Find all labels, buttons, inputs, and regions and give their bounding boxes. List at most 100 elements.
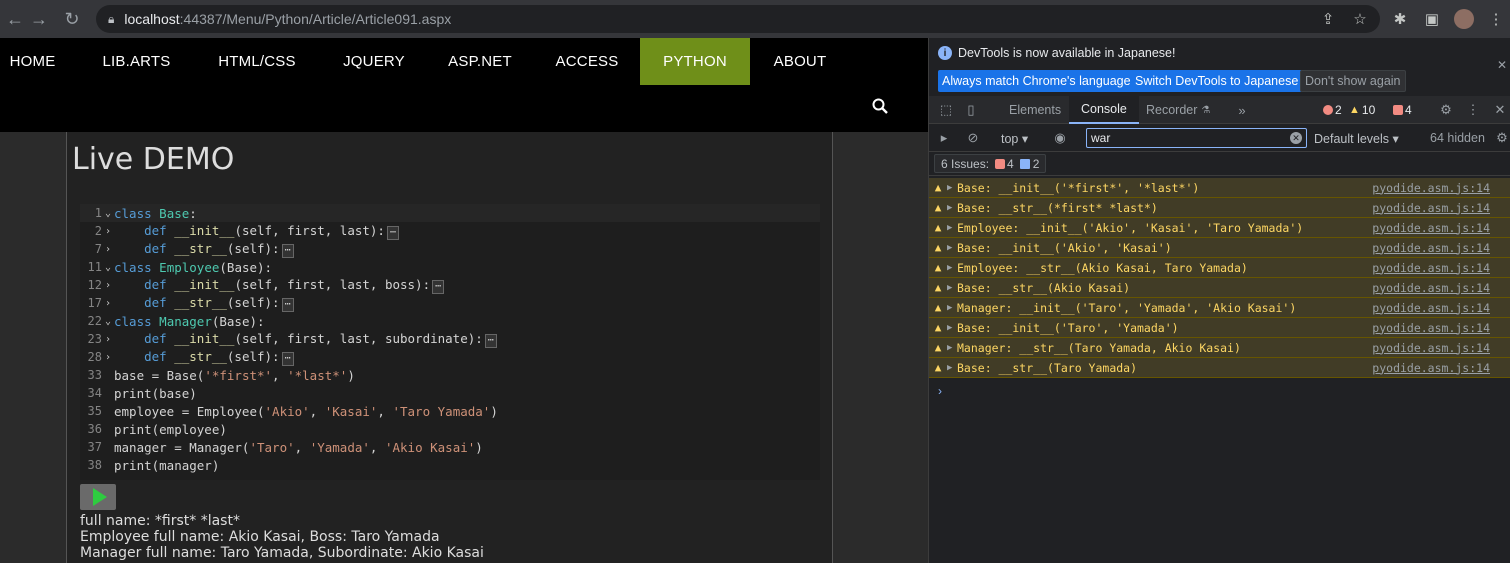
expand-arrow-icon[interactable]: ▶ xyxy=(947,303,957,313)
bookmark-star-icon[interactable]: ☆ xyxy=(1348,7,1372,31)
nav-jquery[interactable]: JQUERY xyxy=(332,38,416,85)
fold-icon[interactable]: › xyxy=(102,352,114,363)
more-tabs-icon[interactable]: » xyxy=(1233,101,1251,119)
console-message[interactable]: ▲ ▶ Base: __str__(Taro Yamada) pyodide.asm.… xyxy=(929,358,1510,378)
error-count-badge[interactable]: 2 xyxy=(1323,101,1342,119)
fold-icon[interactable]: › xyxy=(102,334,114,345)
tab-elements[interactable]: Elements xyxy=(1009,96,1061,124)
folded-ellipsis[interactable]: ⋯ xyxy=(281,351,294,366)
menu-icon[interactable]: ⋮ xyxy=(1484,7,1508,31)
code-line[interactable]: 34 print(base) xyxy=(80,384,820,402)
close-icon[interactable]: ✕ xyxy=(1497,58,1507,72)
source-link[interactable]: pyodide.asm.js:14 xyxy=(1372,281,1490,295)
nav-python[interactable]: PYTHON xyxy=(640,38,750,85)
folded-ellipsis[interactable]: ⋯ xyxy=(386,225,399,240)
nav-access[interactable]: ACCESS xyxy=(544,38,630,85)
fold-icon[interactable]: › xyxy=(102,226,114,237)
expand-arrow-icon[interactable]: ▶ xyxy=(947,223,957,233)
code-line[interactable]: 23 › def __init__(self, first, last, subo… xyxy=(80,330,820,348)
fold-icon[interactable]: › xyxy=(102,244,114,255)
expand-arrow-icon[interactable]: ▶ xyxy=(947,243,957,253)
inspect-element-icon[interactable]: ⬚ xyxy=(937,101,955,119)
nav-aspnet[interactable]: ASP.NET xyxy=(440,38,520,85)
match-language-button[interactable]: Always match Chrome's language xyxy=(938,70,1135,92)
issues-button[interactable]: 6 Issues: 4 2 xyxy=(934,154,1047,173)
fold-icon[interactable]: › xyxy=(102,280,114,291)
clear-filter-icon[interactable]: ✕ xyxy=(1290,132,1302,144)
reload-icon[interactable]: ↻ xyxy=(57,4,87,34)
code-line[interactable]: 17 › def __str__(self): ⋯ xyxy=(80,294,820,312)
search-icon[interactable] xyxy=(872,98,888,119)
source-link[interactable]: pyodide.asm.js:14 xyxy=(1372,361,1490,375)
clear-console-icon[interactable]: ⊘ xyxy=(964,129,982,147)
issues-count-badge[interactable]: 4 xyxy=(1393,101,1412,119)
console-message[interactable]: ▲ ▶ Base: __init__('Akio', 'Kasai') pyodide… xyxy=(929,238,1510,258)
fold-icon[interactable]: ⌄ xyxy=(102,262,114,273)
console-message[interactable]: ▲ ▶ Base: __str__(*first* *last*) pyodide.a… xyxy=(929,198,1510,218)
expand-arrow-icon[interactable]: ▶ xyxy=(947,363,957,373)
warning-count-badge[interactable]: ▲ 10 xyxy=(1349,101,1375,119)
code-line[interactable]: 22 ⌄ class Manager(Base): xyxy=(80,312,820,330)
nav-html-css[interactable]: HTML/CSS xyxy=(206,38,308,85)
nav-home[interactable]: HOME xyxy=(0,38,65,85)
expand-arrow-icon[interactable]: ▶ xyxy=(947,323,957,333)
address-bar[interactable]: 🔒︎ localhost :44387/Menu/Python/Article/… xyxy=(96,5,1380,33)
profile-avatar[interactable] xyxy=(1452,7,1476,31)
console-message[interactable]: ▲ ▶ Manager: __str__(Taro Yamada, Akio Kas… xyxy=(929,338,1510,358)
kebab-menu-icon[interactable]: ⋮ xyxy=(1464,101,1482,119)
folded-ellipsis[interactable]: ⋯ xyxy=(432,279,445,294)
context-selector[interactable]: top ▾ xyxy=(1001,131,1028,146)
extensions-icon[interactable]: ✱ xyxy=(1388,7,1412,31)
side-panel-icon[interactable]: ▣ xyxy=(1420,7,1444,31)
share-icon[interactable]: ⇪ xyxy=(1316,7,1340,31)
expand-arrow-icon[interactable]: ▶ xyxy=(947,283,957,293)
switch-language-button[interactable]: Switch DevTools to Japanese xyxy=(1131,70,1303,92)
code-line[interactable]: 2 › def __init__(self, first, last): ⋯ xyxy=(80,222,820,240)
console-message[interactable]: ▲ ▶ Base: __init__('Taro', 'Yamada') pyodid… xyxy=(929,318,1510,338)
tab-recorder[interactable]: Recorder ⚗ xyxy=(1146,96,1210,124)
expand-arrow-icon[interactable]: ▶ xyxy=(947,183,957,193)
sidebar-toggle-icon[interactable]: ▸ xyxy=(935,129,953,147)
run-button[interactable] xyxy=(80,484,116,510)
fold-icon[interactable]: ⌄ xyxy=(102,316,114,327)
dont-show-again-button[interactable]: Don't show again xyxy=(1300,70,1406,92)
eye-icon[interactable]: ◉ xyxy=(1051,129,1069,147)
fold-icon[interactable]: ⌄ xyxy=(102,208,114,219)
source-link[interactable]: pyodide.asm.js:14 xyxy=(1372,201,1490,215)
expand-arrow-icon[interactable]: ▶ xyxy=(947,263,957,273)
source-link[interactable]: pyodide.asm.js:14 xyxy=(1372,321,1490,335)
code-line[interactable]: 12 › def __init__(self, first, last, boss… xyxy=(80,276,820,294)
code-line[interactable]: 1 ⌄ class Base: xyxy=(80,204,820,222)
folded-ellipsis[interactable]: ⋯ xyxy=(281,243,294,258)
code-line[interactable]: 28 › def __str__(self): ⋯ xyxy=(80,348,820,366)
folded-ellipsis[interactable]: ⋯ xyxy=(281,297,294,312)
expand-arrow-icon[interactable]: ▶ xyxy=(947,343,957,353)
settings-gear-icon[interactable]: ⚙ xyxy=(1437,101,1455,119)
code-line[interactable]: 33 base = Base('*first*', '*last*') xyxy=(80,366,820,384)
close-devtools-icon[interactable]: ✕ xyxy=(1491,101,1509,119)
source-link[interactable]: pyodide.asm.js:14 xyxy=(1372,241,1490,255)
console-message[interactable]: ▲ ▶ Base: __str__(Akio Kasai) pyodide.asm.j… xyxy=(929,278,1510,298)
console-message[interactable]: ▲ ▶ Employee: __str__(Akio Kasai, Taro Yam… xyxy=(929,258,1510,278)
expand-arrow-icon[interactable]: ▶ xyxy=(947,203,957,213)
log-levels-dropdown[interactable]: Default levels ▾ xyxy=(1314,131,1399,146)
code-line[interactable]: 7 › def __str__(self): ⋯ xyxy=(80,240,820,258)
tab-console[interactable]: Console xyxy=(1069,96,1139,124)
fold-icon[interactable]: › xyxy=(102,298,114,309)
nav-about[interactable]: ABOUT xyxy=(764,38,836,85)
code-line[interactable]: 35 employee = Employee('Akio', 'Kasai', '… xyxy=(80,402,820,420)
source-link[interactable]: pyodide.asm.js:14 xyxy=(1372,181,1490,195)
console-message[interactable]: ▲ ▶ Base: __init__('*first*', '*last*') pyo… xyxy=(929,178,1510,198)
forward-icon[interactable]: → xyxy=(24,4,54,34)
folded-ellipsis[interactable]: ⋯ xyxy=(484,333,497,348)
code-line[interactable]: 38 print(manager) xyxy=(80,456,820,474)
filter-input[interactable] xyxy=(1086,128,1307,148)
code-line[interactable]: 36 print(employee) xyxy=(80,420,820,438)
nav-lib-arts[interactable]: LIB.ARTS xyxy=(91,38,182,85)
source-link[interactable]: pyodide.asm.js:14 xyxy=(1372,341,1490,355)
console-settings-icon[interactable]: ⚙ xyxy=(1493,129,1510,147)
code-line[interactable]: 37 manager = Manager('Taro', 'Yamada', 'A… xyxy=(80,438,820,456)
source-link[interactable]: pyodide.asm.js:14 xyxy=(1372,221,1490,235)
device-toolbar-icon[interactable]: ▯ xyxy=(962,101,980,119)
source-link[interactable]: pyodide.asm.js:14 xyxy=(1372,261,1490,275)
